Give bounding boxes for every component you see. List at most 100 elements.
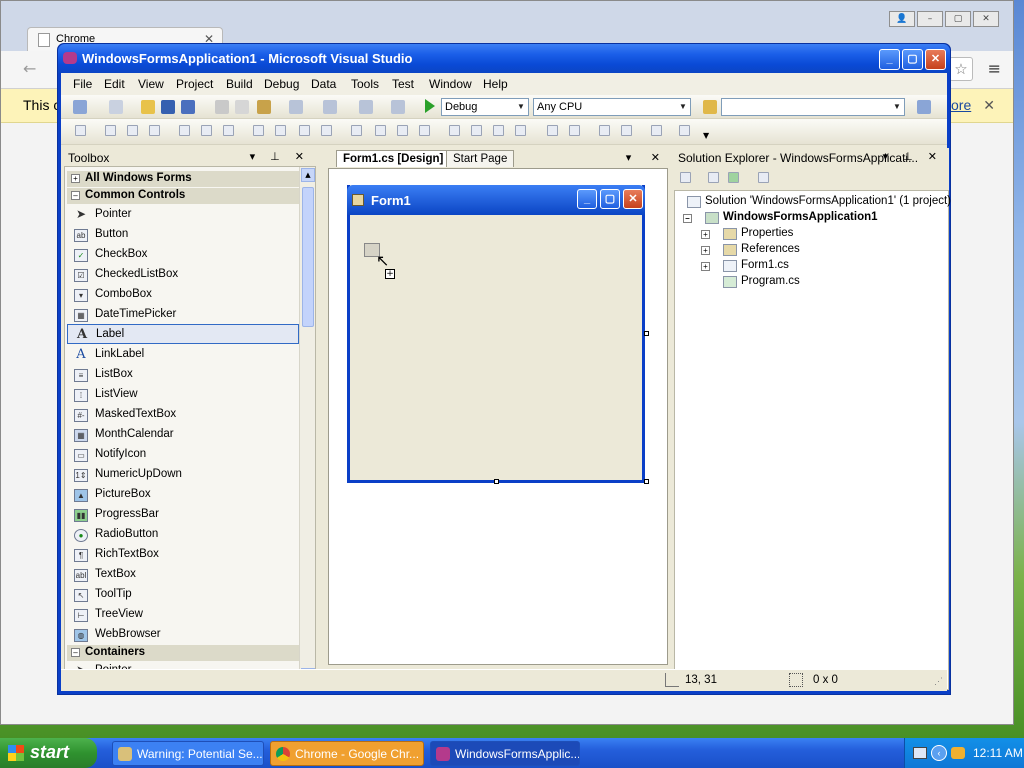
menu-data[interactable]: Data xyxy=(311,77,336,91)
tray-app-icon[interactable] xyxy=(951,747,965,759)
solution-explorer-icon[interactable] xyxy=(917,100,931,114)
vertical-spacing-equal-icon[interactable] xyxy=(449,125,460,136)
expand-plus-icon[interactable]: + xyxy=(71,174,80,183)
align-rights-icon[interactable] xyxy=(149,125,160,136)
increase-horizontal-spacing-icon[interactable] xyxy=(375,125,386,136)
toolbox-item-numericupdown[interactable]: 1⇕ NumericUpDown xyxy=(67,465,299,485)
tree-references[interactable]: + References xyxy=(701,243,800,256)
resize-grip-icon[interactable]: ⋰ xyxy=(934,676,943,687)
paste-icon[interactable] xyxy=(257,100,271,114)
toolbox-item-tooltip[interactable]: ↖ ToolTip xyxy=(67,585,299,605)
document-pane-controls[interactable]: ▾ ✕ xyxy=(626,151,668,164)
tab-form1-design[interactable]: Form1.cs [Design] xyxy=(336,150,451,167)
toolbox-item-picturebox[interactable]: ▲ PictureBox xyxy=(67,485,299,505)
new-project-icon[interactable] xyxy=(73,100,87,114)
align-bottoms-icon[interactable] xyxy=(223,125,234,136)
send-to-back-icon[interactable] xyxy=(621,125,632,136)
cut-icon[interactable] xyxy=(215,100,229,114)
clock[interactable]: 12:11 AM xyxy=(973,746,1023,760)
collapse-minus-icon[interactable]: – xyxy=(71,648,80,657)
tab-start-page[interactable]: Start Page xyxy=(446,150,515,167)
refresh-icon[interactable] xyxy=(728,172,739,183)
profile-icon[interactable]: 👤 xyxy=(889,11,915,27)
scroll-up-icon[interactable]: ▲ xyxy=(301,168,315,182)
solution-explorer-pane-controls[interactable]: ▾ ⊥ ✕ xyxy=(883,150,943,163)
infobar-link[interactable]: ore xyxy=(951,97,971,113)
toolbox-item-linklabel[interactable]: A LinkLabel xyxy=(67,345,299,365)
back-arrow-icon[interactable]: ← xyxy=(23,59,36,78)
expand-plus-icon[interactable]: + xyxy=(701,246,710,255)
center-vertically-icon[interactable] xyxy=(569,125,580,136)
toolbox-item-listview[interactable]: ⁞ ListView xyxy=(67,385,299,405)
bring-to-front-icon[interactable] xyxy=(599,125,610,136)
toolbox-item-maskedtextbox[interactable]: #- MaskedTextBox xyxy=(67,405,299,425)
align-centers-icon[interactable] xyxy=(127,125,138,136)
horizontal-spacing-equal-icon[interactable] xyxy=(351,125,362,136)
tree-project[interactable]: – WindowsFormsApplication1 xyxy=(683,211,878,224)
taskbar-item-chrome[interactable]: Chrome - Google Chr... xyxy=(270,741,424,766)
toolbox-group-containers[interactable]: – Containers xyxy=(67,645,299,661)
show-all-files-icon[interactable] xyxy=(708,172,719,183)
align-middles-icon[interactable] xyxy=(201,125,212,136)
align-to-grid-icon[interactable] xyxy=(75,125,86,136)
tree-properties[interactable]: + Properties xyxy=(701,227,793,240)
design-surface[interactable]: Form1 _ ▢ ✕ ↖ + xyxy=(328,168,668,665)
decrease-horizontal-spacing-icon[interactable] xyxy=(397,125,408,136)
align-tops-icon[interactable] xyxy=(179,125,190,136)
toolbox-item-checkbox[interactable]: ✓ CheckBox xyxy=(67,245,299,265)
form1-title-bar[interactable]: Form1 _ ▢ ✕ xyxy=(347,185,645,215)
toolbox-group-all-windows-forms[interactable]: + All Windows Forms xyxy=(67,171,299,187)
resize-handle-bottom[interactable] xyxy=(494,479,499,484)
menu-test[interactable]: Test xyxy=(392,77,414,91)
menu-window[interactable]: Window xyxy=(429,77,472,91)
view-class-diagram-icon[interactable] xyxy=(758,172,769,183)
toolbox-item-pointer[interactable]: ➤ Pointer xyxy=(67,205,299,225)
form1-designer-window[interactable]: Form1 _ ▢ ✕ ↖ + xyxy=(347,185,645,483)
toolbox-group-common-controls[interactable]: – Common Controls xyxy=(67,188,299,204)
configuration-combo[interactable]: Debug ▼ xyxy=(441,98,529,116)
remove-vertical-spacing-icon[interactable] xyxy=(515,125,526,136)
remove-horizontal-spacing-icon[interactable] xyxy=(419,125,430,136)
toolbox-item-richtextbox[interactable]: ¶ RichTextBox xyxy=(67,545,299,565)
menu-tools[interactable]: Tools xyxy=(351,77,379,91)
vs-close-button[interactable]: ✕ xyxy=(925,49,946,70)
infobar-close-icon[interactable]: ✕ xyxy=(983,97,995,114)
bookmark-star-icon[interactable]: ☆ xyxy=(949,57,973,81)
expand-plus-icon[interactable]: + xyxy=(701,262,710,271)
toolbox-item-label-selected[interactable]: A Label xyxy=(67,324,299,344)
redo-icon[interactable] xyxy=(323,100,337,114)
toolbox-item-textbox[interactable]: abl TextBox xyxy=(67,565,299,585)
menu-build[interactable]: Build xyxy=(226,77,253,91)
start-button[interactable]: start xyxy=(0,738,97,768)
toolbox-item-progressbar[interactable]: ▮▮ ProgressBar xyxy=(67,505,299,525)
show-hidden-icons-chevron-icon[interactable]: ‹ xyxy=(931,745,947,761)
vs-maximize-button[interactable]: ▢ xyxy=(902,49,923,70)
toolbox-item-treeview[interactable]: ⊢ TreeView xyxy=(67,605,299,625)
navigate-backward-icon[interactable] xyxy=(359,100,373,114)
menu-debug[interactable]: Debug xyxy=(264,77,299,91)
resize-handle-corner[interactable] xyxy=(644,479,649,484)
expand-plus-icon[interactable]: + xyxy=(701,230,710,239)
save-icon[interactable] xyxy=(161,100,175,114)
increase-vertical-spacing-icon[interactable] xyxy=(471,125,482,136)
toolbox-item-notifyicon[interactable]: ▭ NotifyIcon xyxy=(67,445,299,465)
find-in-files-icon[interactable] xyxy=(703,100,717,114)
toolbox-item-listbox[interactable]: ≡ ListBox xyxy=(67,365,299,385)
tree-form1cs[interactable]: + Form1.cs xyxy=(701,259,789,272)
minimize-button[interactable]: – xyxy=(917,11,943,27)
collapse-minus-icon[interactable]: – xyxy=(71,191,80,200)
toolbox-item-checkedlistbox[interactable]: ☑ CheckedListBox xyxy=(67,265,299,285)
menu-project[interactable]: Project xyxy=(176,77,213,91)
save-all-icon[interactable] xyxy=(181,100,195,114)
toolbar-options-chevron-icon[interactable]: ▼ xyxy=(703,131,709,140)
vs-minimize-button[interactable]: _ xyxy=(879,49,900,70)
menu-help[interactable]: Help xyxy=(483,77,508,91)
menu-view[interactable]: View xyxy=(138,77,164,91)
toolbox-item-monthcalendar[interactable]: ▦ MonthCalendar xyxy=(67,425,299,445)
scroll-thumb[interactable] xyxy=(302,187,314,327)
tree-solution[interactable]: Solution 'WindowsFormsApplication1' (1 p… xyxy=(687,195,951,208)
taskbar-item-warning[interactable]: Warning: Potential Se... xyxy=(112,741,264,766)
toolbox-header[interactable]: Toolbox ▾ ⊥ ✕ xyxy=(64,148,316,166)
align-lefts-icon[interactable] xyxy=(105,125,116,136)
toolbox-item-radiobutton[interactable]: ● RadioButton xyxy=(67,525,299,545)
